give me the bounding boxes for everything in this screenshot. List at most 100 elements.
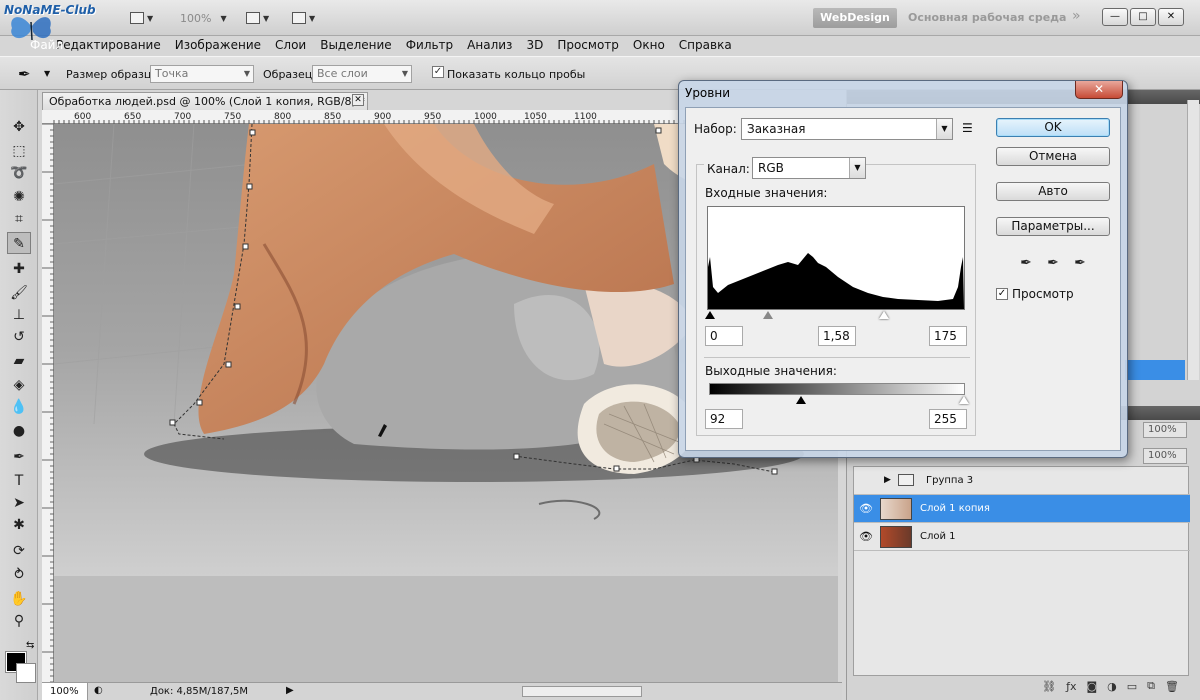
- cancel-button[interactable]: Отмена: [996, 147, 1110, 166]
- crop-tool-icon[interactable]: ⌗: [7, 208, 31, 230]
- spot-heal-tool-icon[interactable]: ✚: [7, 258, 31, 280]
- dialog-close-button[interactable]: ✕: [1075, 81, 1123, 99]
- output-white-slider[interactable]: [959, 396, 969, 404]
- menu-analysis[interactable]: Анализ: [460, 36, 519, 54]
- input-gamma-slider[interactable]: [763, 311, 773, 319]
- show-ring-checkbox[interactable]: ✓: [432, 66, 444, 78]
- output-black-slider[interactable]: [796, 396, 806, 404]
- layer-row[interactable]: 👁 Слой 1: [854, 523, 1190, 551]
- input-white-field[interactable]: 175: [929, 326, 967, 346]
- black-point-eyedropper-icon[interactable]: ✒: [1018, 254, 1034, 272]
- eyedropper-icon[interactable]: ✒: [18, 65, 31, 83]
- sample-size-select[interactable]: Точка ▼: [150, 65, 254, 83]
- menu-layers[interactable]: Слои: [268, 36, 313, 54]
- new-layer-icon[interactable]: ⧉: [1147, 679, 1155, 693]
- zoom-tool-icon[interactable]: ⚲: [7, 610, 31, 632]
- path-select-tool-icon[interactable]: ➤: [7, 492, 31, 514]
- menu-file[interactable]: Файл: [30, 38, 63, 52]
- fill-field[interactable]: 100%: [1143, 448, 1187, 464]
- preset-options-icon[interactable]: ☰: [962, 121, 973, 135]
- link-layers-icon[interactable]: ⛓: [1042, 680, 1056, 693]
- adjustment-layer-icon[interactable]: ◑: [1107, 680, 1117, 693]
- eyedropper-tool-icon[interactable]: ✎: [7, 232, 31, 254]
- close-document-icon[interactable]: ✕: [352, 94, 364, 106]
- document-size-info: Док: 4,85M/187,5M: [150, 686, 249, 697]
- gray-point-eyedropper-icon[interactable]: ✒: [1045, 254, 1061, 272]
- menu-select[interactable]: Выделение: [313, 36, 398, 54]
- background-color-swatch[interactable]: [16, 663, 36, 683]
- shape-tool-icon[interactable]: ✱: [7, 514, 31, 536]
- screen-layout-control[interactable]: ▼: [292, 9, 315, 27]
- add-mask-icon[interactable]: ◙: [1086, 680, 1097, 693]
- workspace-more-button[interactable]: »: [1072, 8, 1081, 24]
- preview-checkbox[interactable]: ✓: [996, 288, 1008, 300]
- layer-row[interactable]: ▶ Группа 3: [854, 467, 1190, 495]
- menu-help[interactable]: Справка: [672, 36, 739, 54]
- visibility-toggle[interactable]: [858, 473, 874, 489]
- screen-mode-control[interactable]: ▼: [130, 9, 153, 27]
- dodge-tool-icon[interactable]: ●: [7, 420, 31, 442]
- zoom-level-control[interactable]: 100% ▼: [180, 9, 227, 27]
- status-menu-arrow-icon[interactable]: ▶: [286, 685, 294, 696]
- layer-row[interactable]: 👁 Слой 1 копия: [854, 495, 1190, 523]
- move-tool-icon[interactable]: ✥: [7, 116, 31, 138]
- options-button[interactable]: Параметры...: [996, 217, 1110, 236]
- menu-filter[interactable]: Фильтр: [399, 36, 460, 54]
- maximize-button[interactable]: □: [1130, 8, 1156, 26]
- input-gamma-field[interactable]: 1,58: [818, 326, 856, 346]
- expand-arrow-icon[interactable]: ▶: [884, 475, 891, 485]
- selected-history-item[interactable]: [1125, 360, 1185, 380]
- layer-thumbnail: [880, 498, 912, 520]
- minimize-button[interactable]: —: [1102, 8, 1128, 26]
- clone-stamp-tool-icon[interactable]: ⊥: [7, 304, 31, 326]
- layer-style-icon[interactable]: ƒx: [1066, 680, 1076, 693]
- eye-icon[interactable]: 👁: [858, 501, 874, 517]
- hand-tool-icon[interactable]: ✋: [7, 588, 31, 610]
- quick-select-tool-icon[interactable]: ✺: [7, 186, 31, 208]
- close-window-button[interactable]: ✕: [1158, 8, 1184, 26]
- eye-icon[interactable]: 👁: [858, 529, 874, 545]
- output-white-field[interactable]: 255: [929, 409, 967, 429]
- arrange-documents-control[interactable]: ▼: [246, 9, 269, 27]
- history-brush-tool-icon[interactable]: ↺: [7, 326, 31, 348]
- ok-button[interactable]: OK: [996, 118, 1110, 137]
- document-tab[interactable]: Обработка людей.psd @ 100% (Слой 1 копия…: [42, 92, 368, 110]
- dialog-title: Уровни: [685, 86, 730, 100]
- 3d-orbit-tool-icon[interactable]: ⥁: [7, 564, 31, 586]
- type-tool-icon[interactable]: T: [7, 470, 31, 492]
- marquee-tool-icon[interactable]: ⬚: [7, 140, 31, 162]
- workspace-essentials-button[interactable]: Основная рабочая среда: [908, 11, 1066, 24]
- white-point-eyedropper-icon[interactable]: ✒: [1072, 254, 1088, 272]
- panel-scrollbar[interactable]: [1187, 100, 1199, 380]
- preset-select[interactable]: Заказная ▼: [741, 118, 953, 140]
- horizontal-scrollbar[interactable]: [522, 686, 642, 697]
- delete-layer-icon[interactable]: 🗑: [1165, 680, 1179, 693]
- menu-view[interactable]: Просмотр: [550, 36, 626, 54]
- blur-tool-icon[interactable]: 💧: [7, 396, 31, 418]
- auto-button[interactable]: Авто: [996, 182, 1110, 201]
- menu-window[interactable]: Окно: [626, 36, 672, 54]
- menu-3d[interactable]: 3D: [519, 36, 550, 54]
- opacity-field[interactable]: 100%: [1143, 422, 1187, 438]
- pen-tool-icon[interactable]: ✒: [7, 446, 31, 468]
- channel-select[interactable]: RGB ▼: [752, 157, 866, 179]
- output-black-field[interactable]: 92: [705, 409, 743, 429]
- brush-tool-icon[interactable]: 🖌: [7, 282, 31, 304]
- workspace-webdesign-button[interactable]: WebDesign: [813, 8, 897, 28]
- zoom-field[interactable]: 100%: [42, 683, 88, 700]
- new-group-icon[interactable]: ▭: [1127, 680, 1137, 693]
- input-black-field[interactable]: 0: [705, 326, 743, 346]
- menu-edit[interactable]: Редактирование: [56, 36, 168, 54]
- paint-bucket-tool-icon[interactable]: ◈: [7, 374, 31, 396]
- eraser-tool-icon[interactable]: ▰: [7, 350, 31, 372]
- sample-layers-select[interactable]: Все слои ▼: [312, 65, 412, 83]
- input-black-slider[interactable]: [705, 311, 715, 319]
- channel-value: RGB: [758, 161, 784, 175]
- menu-image[interactable]: Изображение: [168, 36, 268, 54]
- swap-colors-icon[interactable]: ⇆: [26, 640, 34, 651]
- status-info-icon[interactable]: ◐: [94, 685, 103, 696]
- lasso-tool-icon[interactable]: ➰: [7, 162, 31, 184]
- input-white-slider[interactable]: [879, 311, 889, 319]
- 3d-rotate-tool-icon[interactable]: ⟳: [7, 540, 31, 562]
- tool-preset-dropdown-icon[interactable]: ▼: [44, 69, 50, 78]
